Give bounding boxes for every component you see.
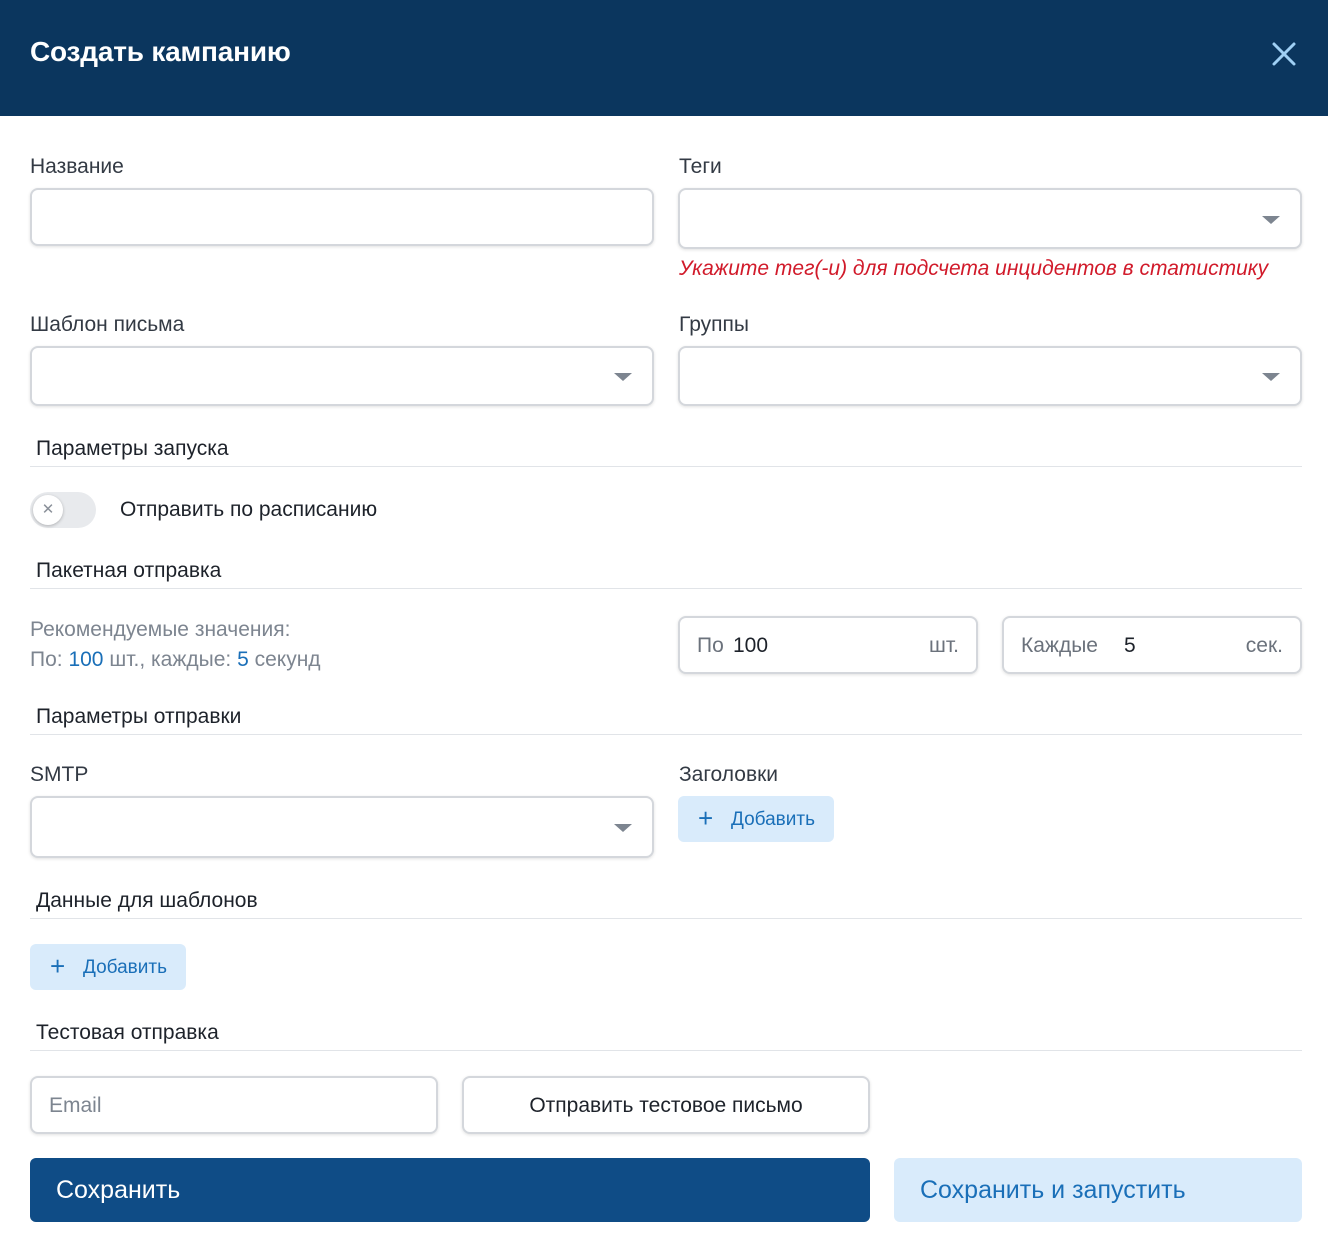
toggle-off-icon: ✕ [33,495,63,525]
rec-count: 100 [68,648,104,671]
tags-select[interactable] [678,188,1302,249]
interval-prefix: Каждые [1021,634,1098,657]
modal-header: Создать кампанию [0,0,1328,116]
groups-select[interactable] [678,346,1302,406]
schedule-toggle-label: Отправить по расписанию [120,498,378,521]
chevron-down-icon [614,373,632,381]
divider [30,734,1302,735]
count-suffix: шт. [929,634,959,657]
interval-value: 5 [1124,634,1136,657]
name-label: Название [30,155,124,178]
batch-count-input[interactable]: По 100 шт. [678,616,978,674]
chevron-down-icon [614,824,632,832]
launch-section-title: Параметры запуска [36,437,229,460]
divider [30,466,1302,467]
rec-seconds: 5 [237,648,249,671]
test-send-section-title: Тестовая отправка [36,1021,219,1044]
tags-error-message: Укажите тег(-и) для подсчета инцидентов … [679,257,1269,280]
template-data-section-title: Данные для шаблонов [36,889,258,912]
save-and-run-label: Сохранить и запустить [920,1176,1186,1204]
groups-label: Группы [679,313,749,336]
count-prefix: По [697,634,724,657]
test-email-input[interactable]: Email [30,1076,438,1134]
send-test-email-button[interactable]: Отправить тестовое письмо [462,1076,870,1134]
rec-suffix: секунд [254,648,321,671]
send-test-label: Отправить тестовое письмо [529,1094,803,1117]
batch-section-title: Пакетная отправка [36,559,222,582]
save-button[interactable]: Сохранить [30,1158,870,1222]
email-placeholder: Email [49,1094,102,1117]
rec-middle: шт., каждые: [109,648,232,671]
save-and-run-button[interactable]: Сохранить и запустить [894,1158,1302,1222]
rec-prefix: По: [30,648,63,671]
template-select[interactable] [30,346,654,406]
interval-suffix: сек. [1245,634,1283,657]
add-template-data-button[interactable]: + Добавить [30,944,186,990]
headers-label: Заголовки [679,763,779,786]
batch-interval-input[interactable]: Каждые 5 сек. [1002,616,1302,674]
close-icon[interactable] [1266,36,1302,72]
recommended-values: По: 100 шт., каждые: 5 секунд [30,648,321,672]
smtp-label: SMTP [30,763,89,786]
divider [30,588,1302,589]
chevron-down-icon [1262,373,1280,381]
template-label: Шаблон письма [30,313,185,336]
modal-title: Создать кампанию [30,36,291,67]
add-header-button[interactable]: + Добавить [678,796,834,842]
count-value: 100 [733,634,769,657]
smtp-select[interactable] [30,796,654,858]
tags-label: Теги [679,155,722,178]
divider [30,1050,1302,1051]
divider [30,918,1302,919]
plus-icon: + [50,951,66,981]
recommended-label: Рекомендуемые значения: [30,618,291,641]
chevron-down-icon [1262,216,1280,224]
name-input[interactable] [30,188,654,246]
send-params-section-title: Параметры отправки [36,705,242,728]
save-label: Сохранить [56,1176,181,1204]
add-template-data-label: Добавить [83,957,167,978]
add-header-label: Добавить [731,809,815,830]
schedule-toggle[interactable]: ✕ [30,492,96,528]
plus-icon: + [698,803,714,833]
